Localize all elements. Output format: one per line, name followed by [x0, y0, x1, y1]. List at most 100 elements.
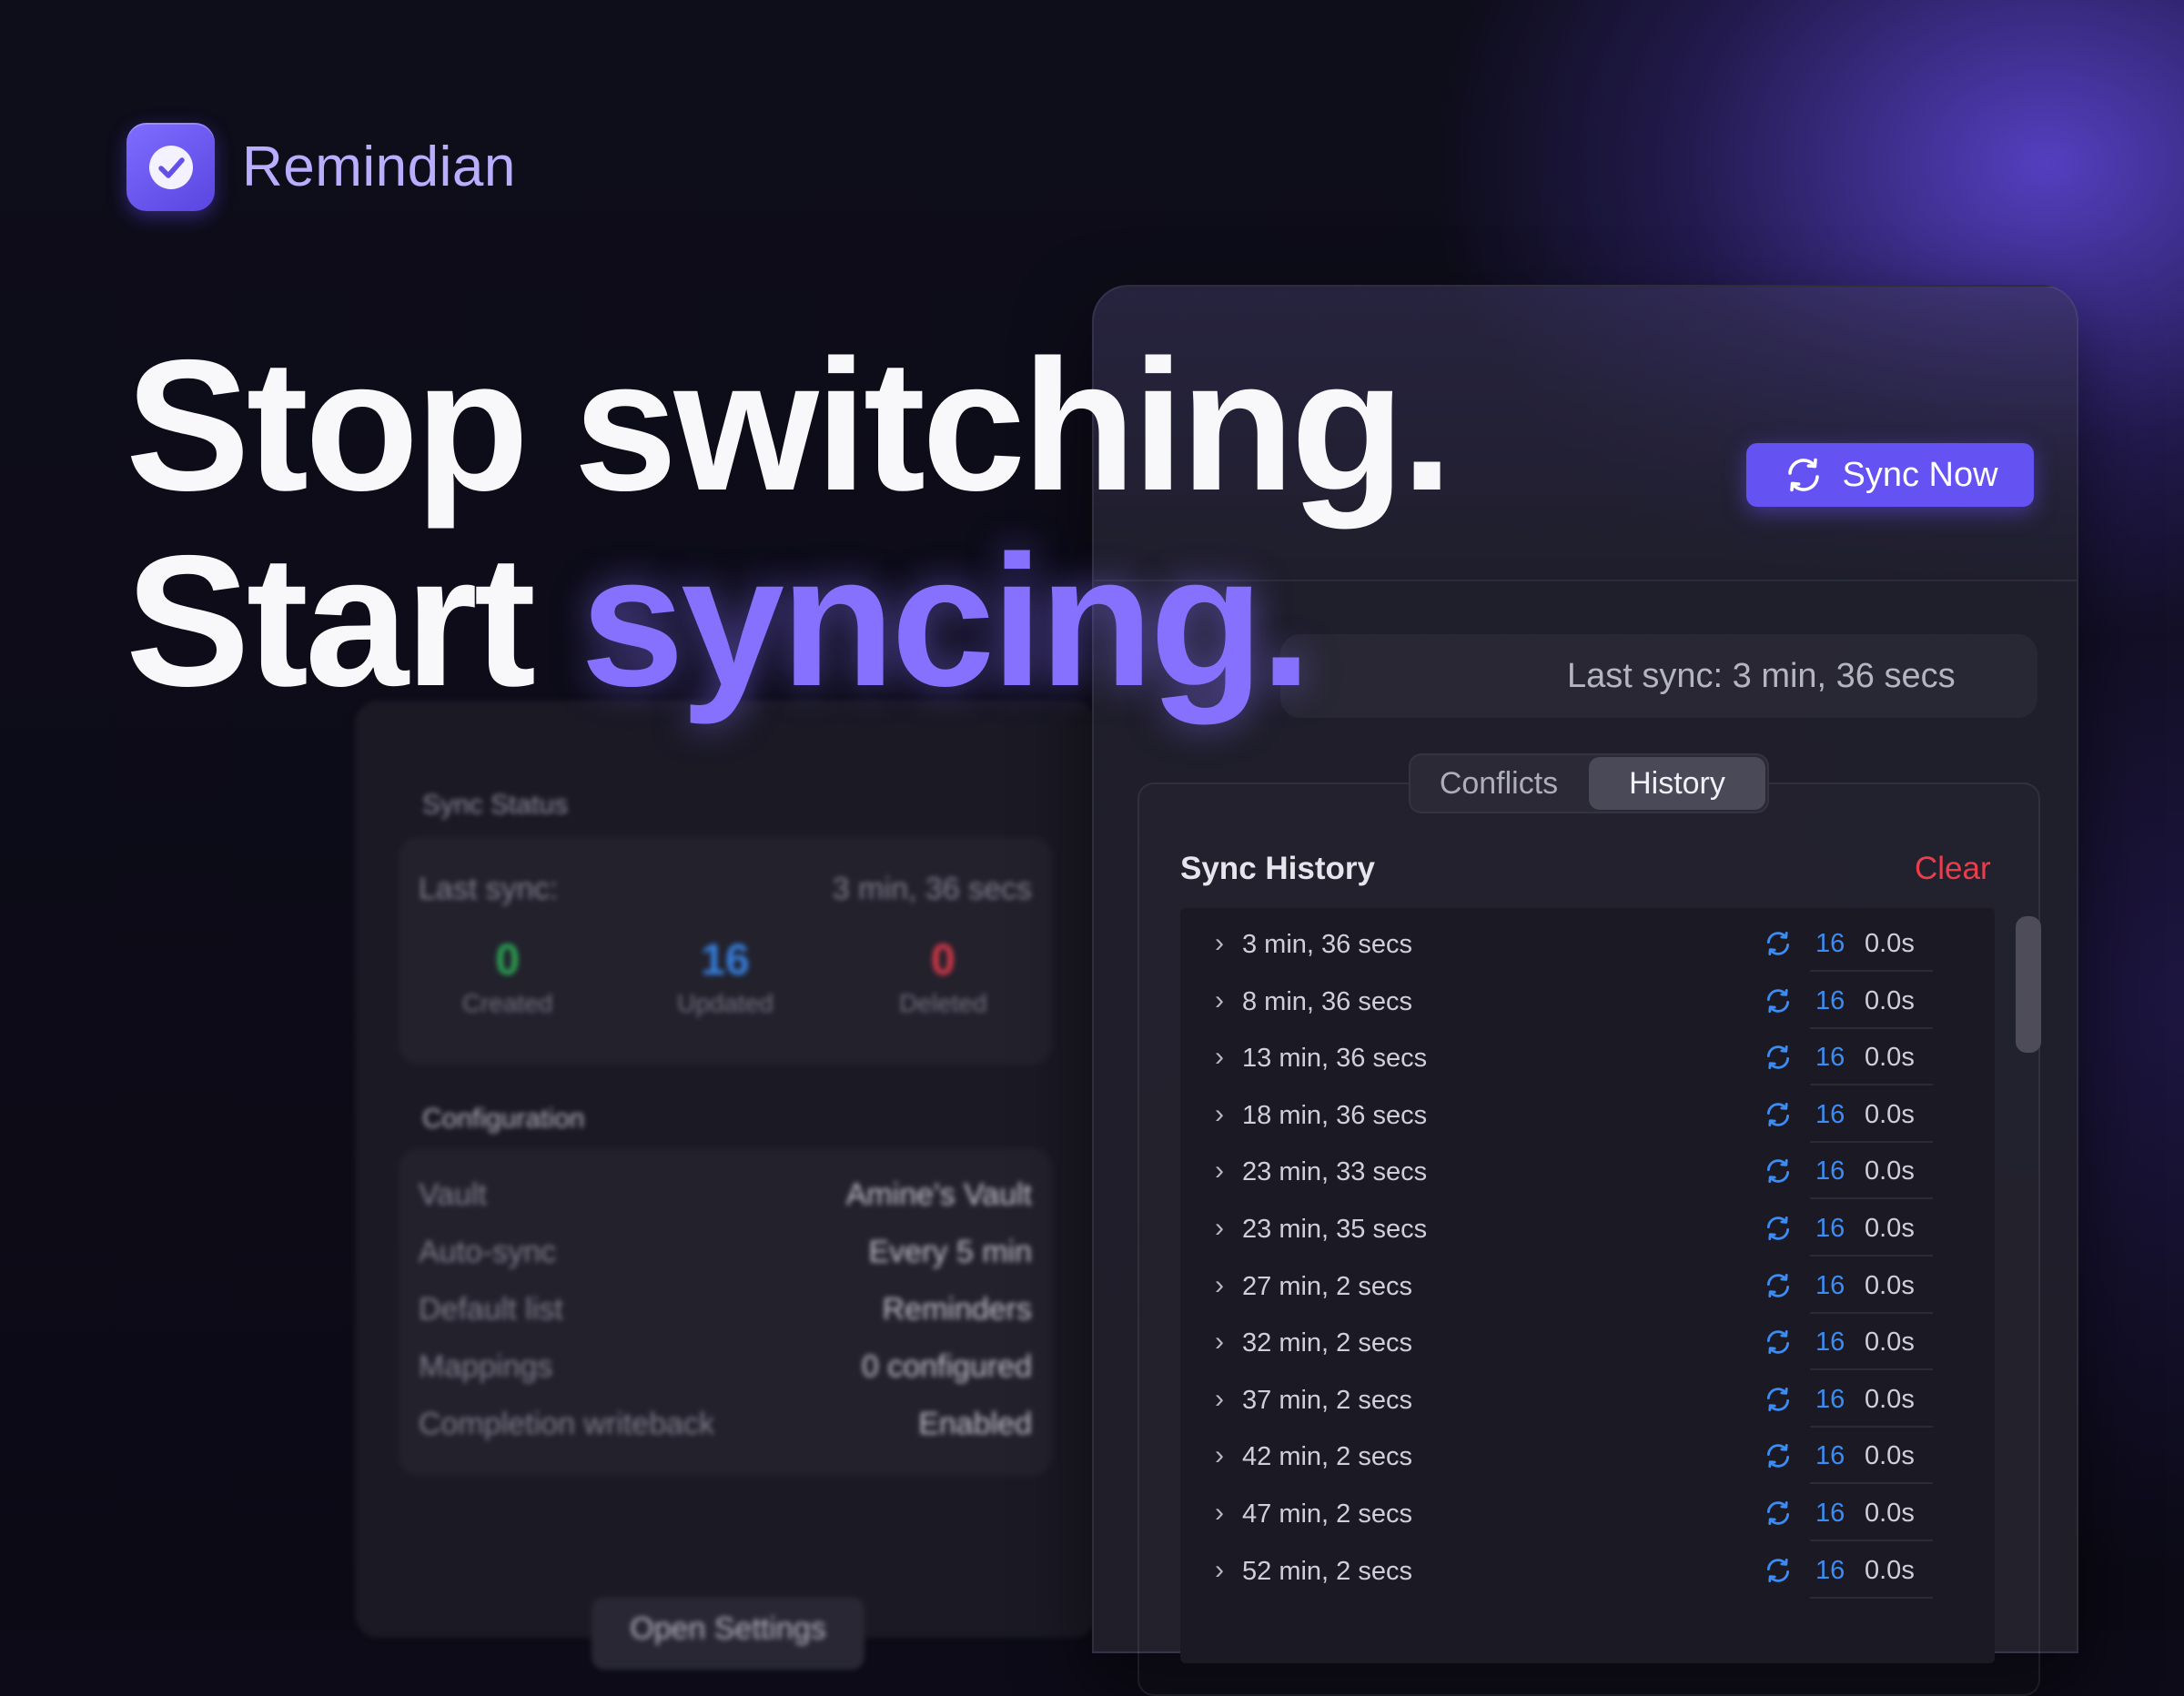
open-settings-button[interactable]: Open Settings: [592, 1597, 864, 1670]
sync-icon: [1763, 1498, 1794, 1533]
config-row: Mappings 0 configured: [419, 1349, 1032, 1385]
chevron-right-icon[interactable]: ›: [1215, 928, 1224, 959]
history-row[interactable]: › 18 min, 36 secs 16 0.0s: [1180, 1086, 1936, 1143]
brand-name: Remindian: [242, 136, 516, 198]
history-row[interactable]: › 27 min, 2 secs 16 0.0s: [1180, 1257, 1936, 1314]
sync-status-title: Sync Status: [422, 790, 569, 820]
history-duration: 0.0s: [1865, 1156, 1915, 1186]
sync-icon: [1763, 1156, 1794, 1191]
sync-history-list[interactable]: › 3 min, 36 secs 16 0.0s › 8 min, 36 secs 16 0.…: [1180, 908, 1995, 1663]
sync-icon: [1763, 1384, 1794, 1419]
last-sync-label: Last sync:: [419, 872, 559, 906]
sync-icon: [1763, 1270, 1794, 1306]
sync-status-panel: Sync Status Last sync: 3 min, 36 secs 0 …: [355, 701, 1097, 1670]
chevron-right-icon[interactable]: ›: [1215, 1156, 1224, 1186]
history-time: 47 min, 2 secs: [1242, 1499, 1412, 1529]
last-sync-row: Last sync: 3 min, 36 secs: [419, 872, 1032, 907]
stat-updated-label: Updated: [677, 989, 774, 1017]
history-count: 16: [1815, 1099, 1845, 1129]
chevron-right-icon[interactable]: ›: [1215, 1555, 1224, 1586]
history-time: 23 min, 33 secs: [1242, 1157, 1428, 1187]
last-sync-text: Last sync: 3 min, 36 secs: [1567, 656, 1956, 695]
sync-icon: [1763, 1327, 1794, 1362]
tab-conflicts[interactable]: Conflicts: [1410, 755, 1587, 812]
history-row[interactable]: › 8 min, 36 secs 16 0.0s: [1180, 973, 1936, 1029]
sync-icon: [1763, 985, 1794, 1021]
sync-icon: [1788, 458, 1820, 492]
history-row[interactable]: › 42 min, 2 secs 16 0.0s: [1180, 1428, 1936, 1485]
chevron-right-icon[interactable]: ›: [1215, 1099, 1224, 1130]
clear-history-button[interactable]: Clear: [1915, 851, 1991, 887]
headline-line-2: Start syncing.: [126, 528, 1312, 714]
sync-history-title: Sync History: [1180, 851, 1375, 886]
chevron-right-icon[interactable]: ›: [1215, 1384, 1224, 1415]
scrollbar-thumb[interactable]: [2016, 916, 2041, 1053]
history-row[interactable]: › 23 min, 35 secs 16 0.0s: [1180, 1200, 1936, 1257]
history-row[interactable]: › 23 min, 33 secs 16 0.0s: [1180, 1143, 1936, 1200]
history-row[interactable]: › 32 min, 2 secs 16 0.0s: [1180, 1314, 1936, 1371]
history-duration: 0.0s: [1865, 1499, 1915, 1528]
history-row[interactable]: › 37 min, 2 secs 16 0.0s: [1180, 1371, 1936, 1428]
history-duration: 0.0s: [1865, 985, 1915, 1015]
history-duration: 0.0s: [1865, 1555, 1915, 1585]
chevron-right-icon[interactable]: ›: [1215, 1327, 1224, 1358]
history-time: 18 min, 36 secs: [1242, 1100, 1428, 1130]
sync-icon: [1763, 1213, 1794, 1248]
history-count: 16: [1815, 985, 1845, 1015]
sync-now-label: Sync Now: [1842, 455, 1998, 494]
history-time: 23 min, 35 secs: [1242, 1215, 1428, 1244]
history-duration: 0.0s: [1865, 1099, 1915, 1129]
sync-stats: 0 Created 16 Updated 0 Deleted: [399, 935, 1052, 1018]
history-count: 16: [1815, 1384, 1845, 1414]
history-row[interactable]: › 52 min, 2 secs 16 0.0s: [1180, 1542, 1936, 1599]
last-sync-card: Last sync: 3 min, 36 secs 0 Created 16 U…: [399, 837, 1052, 1065]
history-row[interactable]: › 47 min, 2 secs 16 0.0s: [1180, 1485, 1936, 1541]
history-duration: 0.0s: [1865, 1270, 1915, 1300]
headline-accent-word: syncing.: [581, 517, 1312, 725]
stat-updated-value: 16: [701, 936, 750, 984]
configuration-card: Vault Amine's Vault Auto-sync Every 5 mi…: [399, 1148, 1052, 1476]
history-duration: 0.0s: [1865, 1384, 1915, 1414]
history-row[interactable]: › 13 min, 36 secs 16 0.0s: [1180, 1029, 1936, 1086]
chevron-right-icon[interactable]: ›: [1215, 1213, 1224, 1244]
config-row: Vault Amine's Vault: [419, 1177, 1032, 1213]
history-duration: 0.0s: [1865, 1441, 1915, 1471]
row-divider: [1810, 1596, 1933, 1599]
chevron-right-icon[interactable]: ›: [1215, 1498, 1224, 1529]
history-duration: 0.0s: [1865, 1043, 1915, 1073]
stat-deleted: 0 Deleted: [834, 935, 1052, 1018]
history-count: 16: [1815, 1043, 1845, 1073]
history-count: 16: [1815, 1270, 1845, 1300]
chevron-right-icon[interactable]: ›: [1215, 1042, 1224, 1073]
history-count: 16: [1815, 1214, 1845, 1243]
tab-history[interactable]: History: [1589, 757, 1765, 810]
chevron-right-icon[interactable]: ›: [1215, 985, 1224, 1016]
config-row: Auto-sync Every 5 min: [419, 1235, 1032, 1270]
config-key: Default list: [419, 1292, 563, 1327]
config-value: 0 configured: [861, 1349, 1032, 1384]
sync-now-button[interactable]: Sync Now: [1746, 443, 2034, 507]
history-row[interactable]: › 3 min, 36 secs 16 0.0s: [1180, 915, 1936, 972]
config-key: Mappings: [419, 1349, 553, 1384]
sync-icon: [1763, 928, 1794, 964]
last-sync-bar: Last sync: 3 min, 36 secs: [1280, 634, 2037, 718]
stat-deleted-value: 0: [930, 936, 956, 984]
sync-icon: [1763, 1042, 1794, 1077]
config-row: Default list Reminders: [419, 1292, 1032, 1328]
history-count: 16: [1815, 1441, 1845, 1471]
history-count: 16: [1815, 1555, 1845, 1585]
history-time: 52 min, 2 secs: [1242, 1556, 1412, 1586]
history-time: 13 min, 36 secs: [1242, 1044, 1428, 1074]
config-value: Enabled: [918, 1407, 1032, 1441]
history-time: 42 min, 2 secs: [1242, 1442, 1412, 1472]
chevron-right-icon[interactable]: ›: [1215, 1440, 1224, 1471]
headline-start-word: Start: [126, 517, 536, 725]
sync-icon: [1763, 1555, 1794, 1590]
chevron-right-icon[interactable]: ›: [1215, 1270, 1224, 1301]
stat-deleted-label: Deleted: [899, 989, 987, 1017]
history-count: 16: [1815, 1499, 1845, 1528]
tab-bar: Conflicts History: [1409, 753, 1769, 813]
config-key: Vault: [419, 1177, 487, 1212]
history-scrollbar[interactable]: [2016, 916, 2041, 1053]
config-value: Every 5 min: [868, 1235, 1033, 1269]
